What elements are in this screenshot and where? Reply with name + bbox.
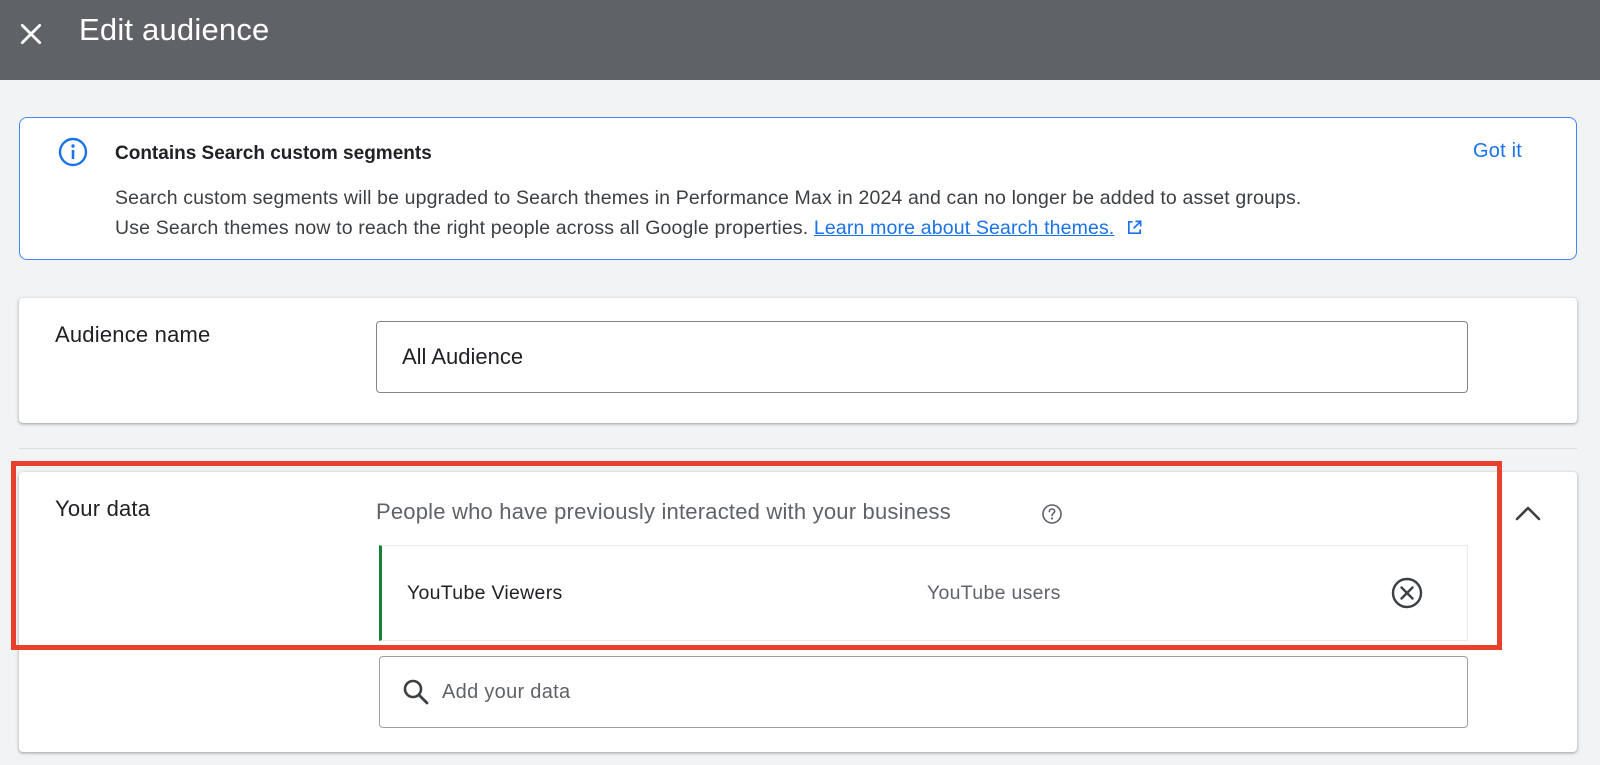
info-icon xyxy=(58,137,88,167)
banner-title: Contains Search custom segments xyxy=(115,143,432,164)
banner-line-1: Search custom segments will be upgraded … xyxy=(115,187,1302,209)
banner-line-2-wrap: Use Search themes now to reach the right… xyxy=(115,213,1465,243)
external-link-icon[interactable] xyxy=(1126,219,1143,236)
help-icon[interactable] xyxy=(1041,503,1063,525)
chevron-up-icon[interactable] xyxy=(1511,498,1545,528)
page-title: Edit audience xyxy=(79,12,270,47)
close-button[interactable] xyxy=(14,17,48,51)
segment-type: YouTube users xyxy=(927,582,1061,604)
top-bar: Edit audience xyxy=(0,0,1600,80)
audience-name-label: Audience name xyxy=(55,322,211,347)
your-data-label: Your data xyxy=(55,496,151,521)
your-data-card: Your data People who have previously int… xyxy=(19,472,1577,752)
section-divider xyxy=(19,448,1577,449)
add-data-search[interactable] xyxy=(379,656,1468,728)
remove-segment-icon[interactable] xyxy=(1390,576,1424,610)
data-segment-item: YouTube Viewers YouTube users xyxy=(379,545,1468,641)
search-icon xyxy=(403,679,429,705)
banner-message: Search custom segments will be upgraded … xyxy=(115,183,1465,243)
audience-name-input[interactable] xyxy=(376,321,1468,393)
got-it-button[interactable]: Got it xyxy=(1473,140,1522,163)
your-data-heading: People who have previously interacted wi… xyxy=(376,499,951,524)
add-data-input[interactable] xyxy=(442,671,1422,713)
audience-name-card: Audience name xyxy=(19,298,1577,423)
close-icon xyxy=(20,23,42,45)
learn-more-link[interactable]: Learn more about Search themes. xyxy=(814,217,1115,239)
info-banner: Contains Search custom segments Search c… xyxy=(19,117,1577,260)
banner-line-2: Use Search themes now to reach the right… xyxy=(115,217,809,239)
segment-name: YouTube Viewers xyxy=(407,582,563,604)
